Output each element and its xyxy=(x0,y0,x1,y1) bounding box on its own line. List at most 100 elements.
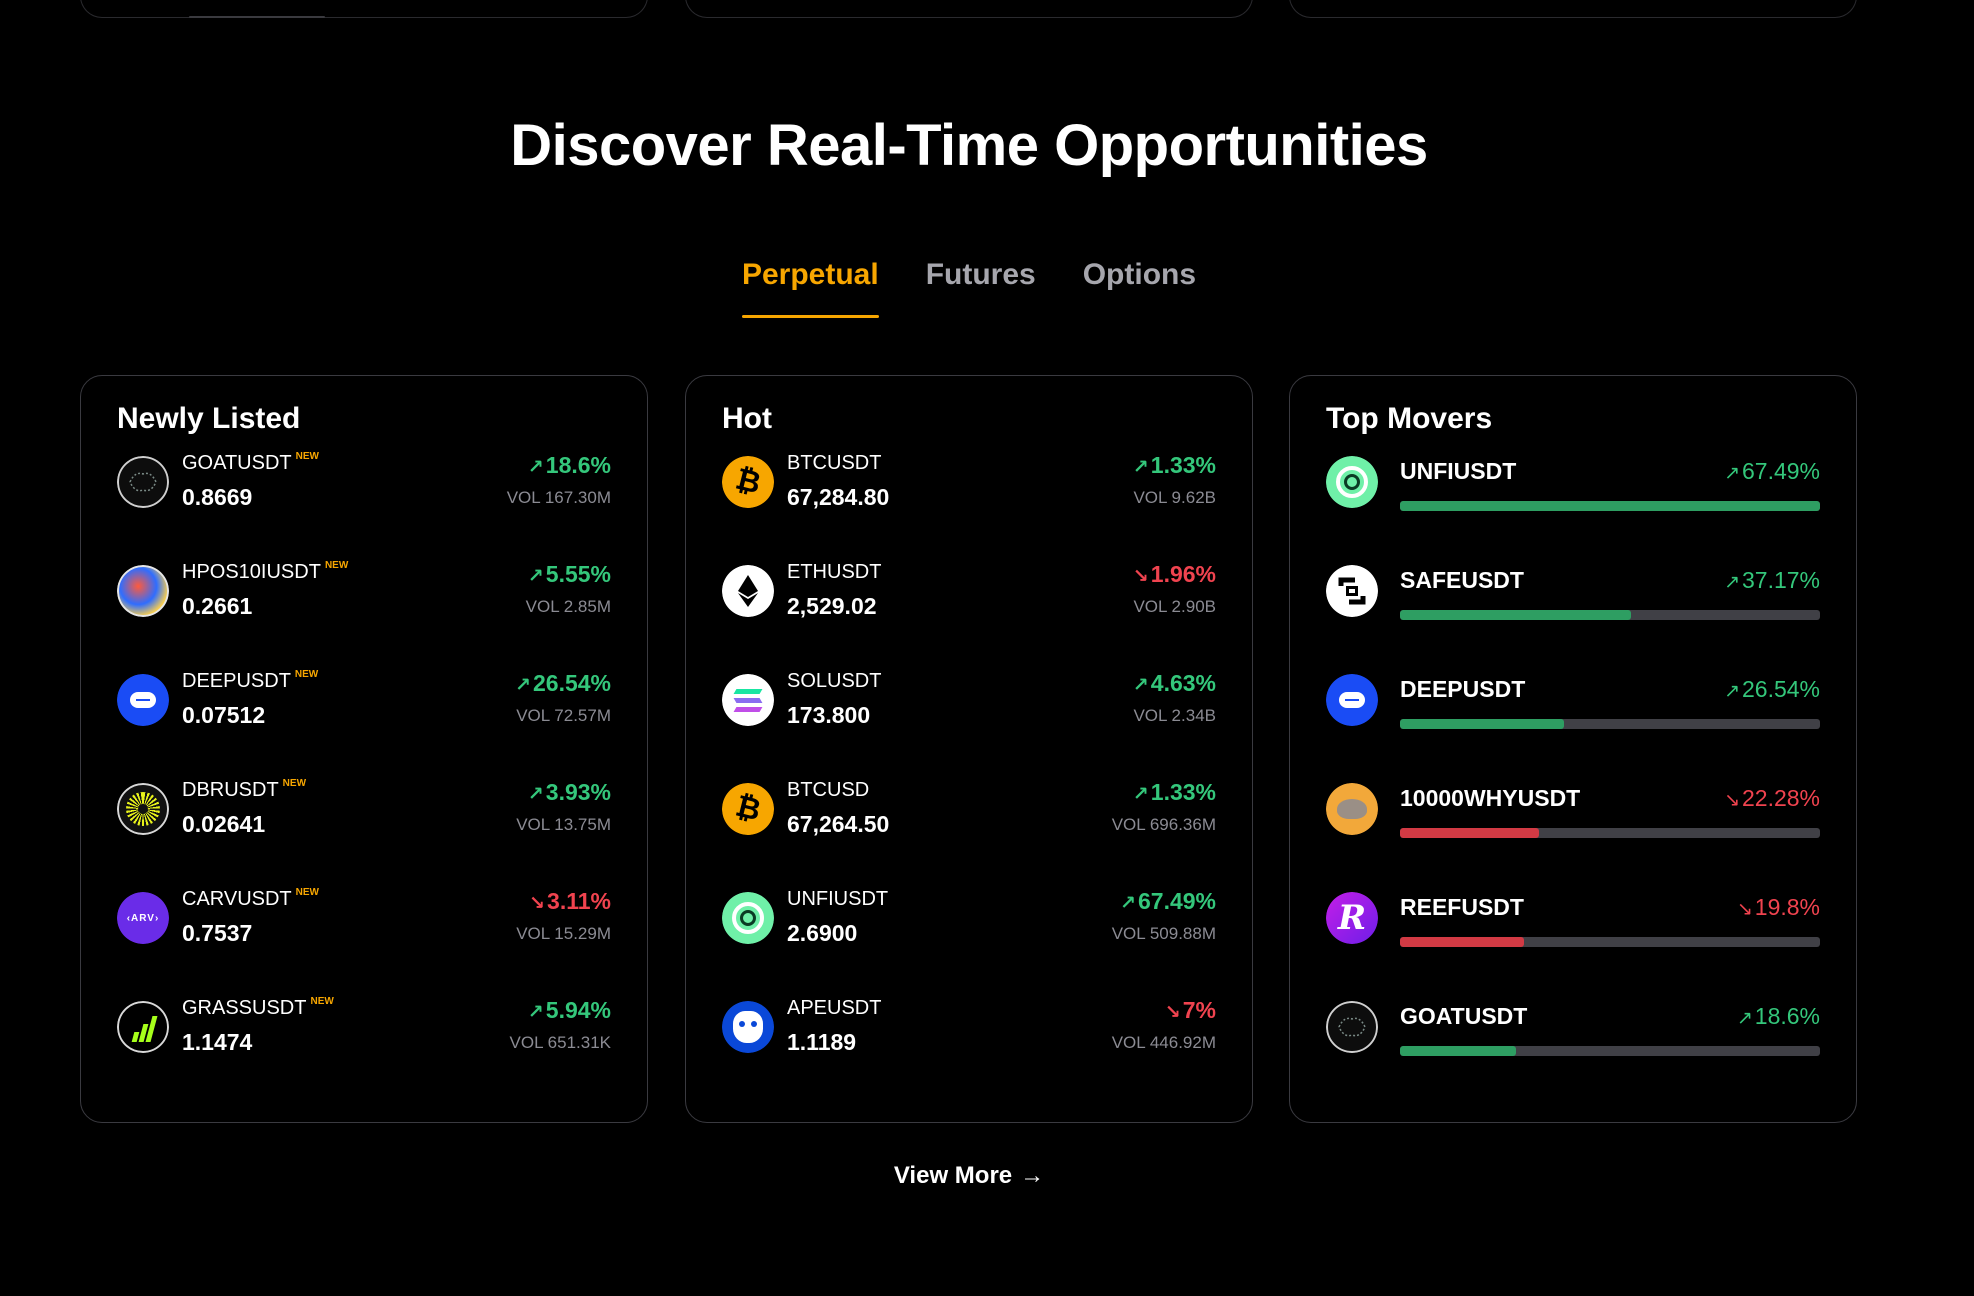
card-title: Top Movers xyxy=(1326,402,1493,435)
price: 67,284.80 xyxy=(787,484,890,510)
change-percent: ↘19.8% xyxy=(1736,894,1820,920)
market-row[interactable]: GRASSUSDT NEW 1.1474 ↗5.94% VOL 651.31K xyxy=(117,996,611,1106)
ape-icon xyxy=(722,1001,774,1053)
price: 173.800 xyxy=(787,702,871,728)
price: 2,529.02 xyxy=(787,593,877,619)
symbol: DEEPUSDT xyxy=(182,670,291,692)
change-bar xyxy=(1400,610,1820,620)
change-percent: ↗37.17% xyxy=(1724,567,1820,593)
newly-listed-card: Newly Listed GOATUSDT NEW 0.8669 ↗18.6% V… xyxy=(80,375,648,1123)
volume: VOL 9.62B xyxy=(1133,488,1216,507)
why-icon xyxy=(1326,783,1378,835)
market-row[interactable]: DEEPUSDT NEW 0.07512 ↗26.54% VOL 72.57M xyxy=(117,669,611,779)
unfi-icon xyxy=(722,892,774,944)
hot-card: Hot ₿ BTCUSDT 67,284.80 ↗1.33% VOL 9.62B… xyxy=(685,375,1253,1123)
dbr-icon xyxy=(117,783,169,835)
market-row[interactable]: DBRUSDT NEW 0.02641 ↗3.93% VOL 13.75M xyxy=(117,778,611,888)
change-percent: ↘7% xyxy=(1164,997,1216,1023)
symbol: UNFIUSDT xyxy=(1400,458,1517,484)
section-heading: Discover Real-Time Opportunities xyxy=(510,113,1428,178)
symbol: CARVUSDT xyxy=(182,888,292,910)
mover-row[interactable]: SAFEUSDT ↗37.17% xyxy=(1326,561,1820,670)
hpos10i-icon xyxy=(117,565,169,617)
market-row[interactable]: APEUSDT 1.1189 ↘7% VOL 446.92M xyxy=(722,997,1216,1106)
symbol: DBRUSDT xyxy=(182,779,279,801)
price: 0.02641 xyxy=(182,811,266,837)
volume: VOL 15.29M xyxy=(516,924,611,943)
change-percent: ↘3.11% xyxy=(529,888,611,914)
volume: VOL 72.57M xyxy=(516,706,611,725)
change-percent: ↗5.94% xyxy=(527,997,611,1023)
new-badge: NEW xyxy=(295,451,319,462)
change-bar xyxy=(1400,828,1820,838)
arrow-up-right-icon: ↗ xyxy=(527,566,544,587)
previous-card xyxy=(1289,0,1857,18)
symbol: GOATUSDT xyxy=(1400,1003,1528,1029)
volume: VOL 2.34B xyxy=(1133,706,1216,725)
arrow-up-right-icon: ↗ xyxy=(527,1002,544,1023)
price: 0.07512 xyxy=(182,702,266,728)
reef-icon: R xyxy=(1326,892,1378,944)
mover-row[interactable]: DEEPUSDT ↗26.54% xyxy=(1326,670,1820,779)
arrow-right-icon: → xyxy=(1020,1162,1045,1189)
market-row[interactable]: SOLUSDT 173.800 ↗4.63% VOL 2.34B xyxy=(722,670,1216,779)
tab-perpetual[interactable]: Perpetual xyxy=(741,258,879,318)
goat-icon xyxy=(117,456,169,508)
arrow-up-right-icon: ↗ xyxy=(515,675,531,696)
price: 0.2661 xyxy=(182,593,253,619)
solana-icon xyxy=(722,674,774,726)
change-percent: ↗18.6% xyxy=(527,452,611,478)
arrow-up-right-icon: ↗ xyxy=(1724,463,1740,484)
change-bar-fill xyxy=(1400,610,1631,620)
market-row[interactable]: GOATUSDT NEW 0.8669 ↗18.6% VOL 167.30M xyxy=(117,451,611,561)
symbol: ETHUSDT xyxy=(787,561,882,583)
symbol: SOLUSDT xyxy=(787,670,882,692)
market-row[interactable]: ETHUSDT 2,529.02 ↘1.96% VOL 2.90B xyxy=(722,561,1216,670)
symbol: SAFEUSDT xyxy=(1400,567,1524,593)
view-more-link[interactable]: View More → xyxy=(0,1162,1938,1190)
market-row[interactable]: ₿ BTCUSD 67,264.50 ↗1.33% VOL 696.36M xyxy=(722,779,1216,888)
arrow-down-right-icon: ↘ xyxy=(1736,899,1753,920)
arrow-up-right-icon: ↗ xyxy=(1724,572,1740,593)
safe-icon xyxy=(1326,565,1378,617)
change-bar xyxy=(1400,719,1820,729)
price: 67,264.50 xyxy=(787,811,890,837)
arrow-down-right-icon: ↘ xyxy=(1132,566,1149,587)
market-row[interactable]: HPOS10IUSDT NEW 0.2661 ↗5.55% VOL 2.85M xyxy=(117,560,611,670)
unfi-icon xyxy=(1326,456,1378,508)
arrow-up-right-icon: ↗ xyxy=(1724,681,1740,702)
market-row[interactable]: ₿ BTCUSDT 67,284.80 ↗1.33% VOL 9.62B xyxy=(722,452,1216,561)
change-percent: ↗26.54% xyxy=(1724,676,1820,702)
volume: VOL 651.31K xyxy=(509,1033,611,1052)
volume: VOL 446.92M xyxy=(1111,1033,1216,1052)
symbol: 10000WHYUSDT xyxy=(1400,785,1581,811)
change-bar-fill xyxy=(1400,828,1539,838)
symbol: HPOS10IUSDT xyxy=(182,561,321,583)
change-percent: ↗4.63% xyxy=(1132,670,1216,696)
tab-futures[interactable]: Futures xyxy=(926,258,1036,314)
symbol: APEUSDT xyxy=(787,997,882,1019)
view-more-label: View More xyxy=(893,1162,1013,1189)
deep-icon xyxy=(1326,674,1378,726)
symbol: GOATUSDT xyxy=(182,452,292,474)
arrow-up-right-icon: ↗ xyxy=(1736,1008,1753,1029)
change-bar-fill xyxy=(1400,501,1820,511)
volume: VOL 509.88M xyxy=(1111,924,1216,943)
symbol: BTCUSD xyxy=(787,779,870,801)
arrow-down-right-icon: ↘ xyxy=(1164,1002,1181,1023)
symbol: UNFIUSDT xyxy=(787,888,889,910)
market-row[interactable]: ‹ARV› CARVUSDT NEW 0.7537 ↘3.11% VOL 15.2… xyxy=(117,887,611,997)
market-row[interactable]: UNFIUSDT 2.6900 ↗67.49% VOL 509.88M xyxy=(722,888,1216,997)
mover-row[interactable]: R REEFUSDT ↘19.8% xyxy=(1326,888,1820,997)
volume: VOL 13.75M xyxy=(516,815,611,834)
price: 1.1189 xyxy=(787,1029,857,1055)
change-percent: ↗1.33% xyxy=(1132,452,1216,478)
mover-row[interactable]: UNFIUSDT ↗67.49% xyxy=(1326,452,1820,561)
tab-options[interactable]: Options xyxy=(1083,258,1196,314)
mover-row[interactable]: 10000WHYUSDT ↘22.28% xyxy=(1326,779,1820,888)
change-percent: ↗67.49% xyxy=(1724,458,1820,484)
top-movers-card: Top Movers UNFIUSDT ↗67.49% SAFEUSDT ↗37… xyxy=(1289,375,1857,1123)
mover-row[interactable]: GOATUSDT ↗18.6% xyxy=(1326,997,1820,1106)
change-percent: ↗3.93% xyxy=(527,779,611,805)
change-bar xyxy=(1400,501,1820,511)
